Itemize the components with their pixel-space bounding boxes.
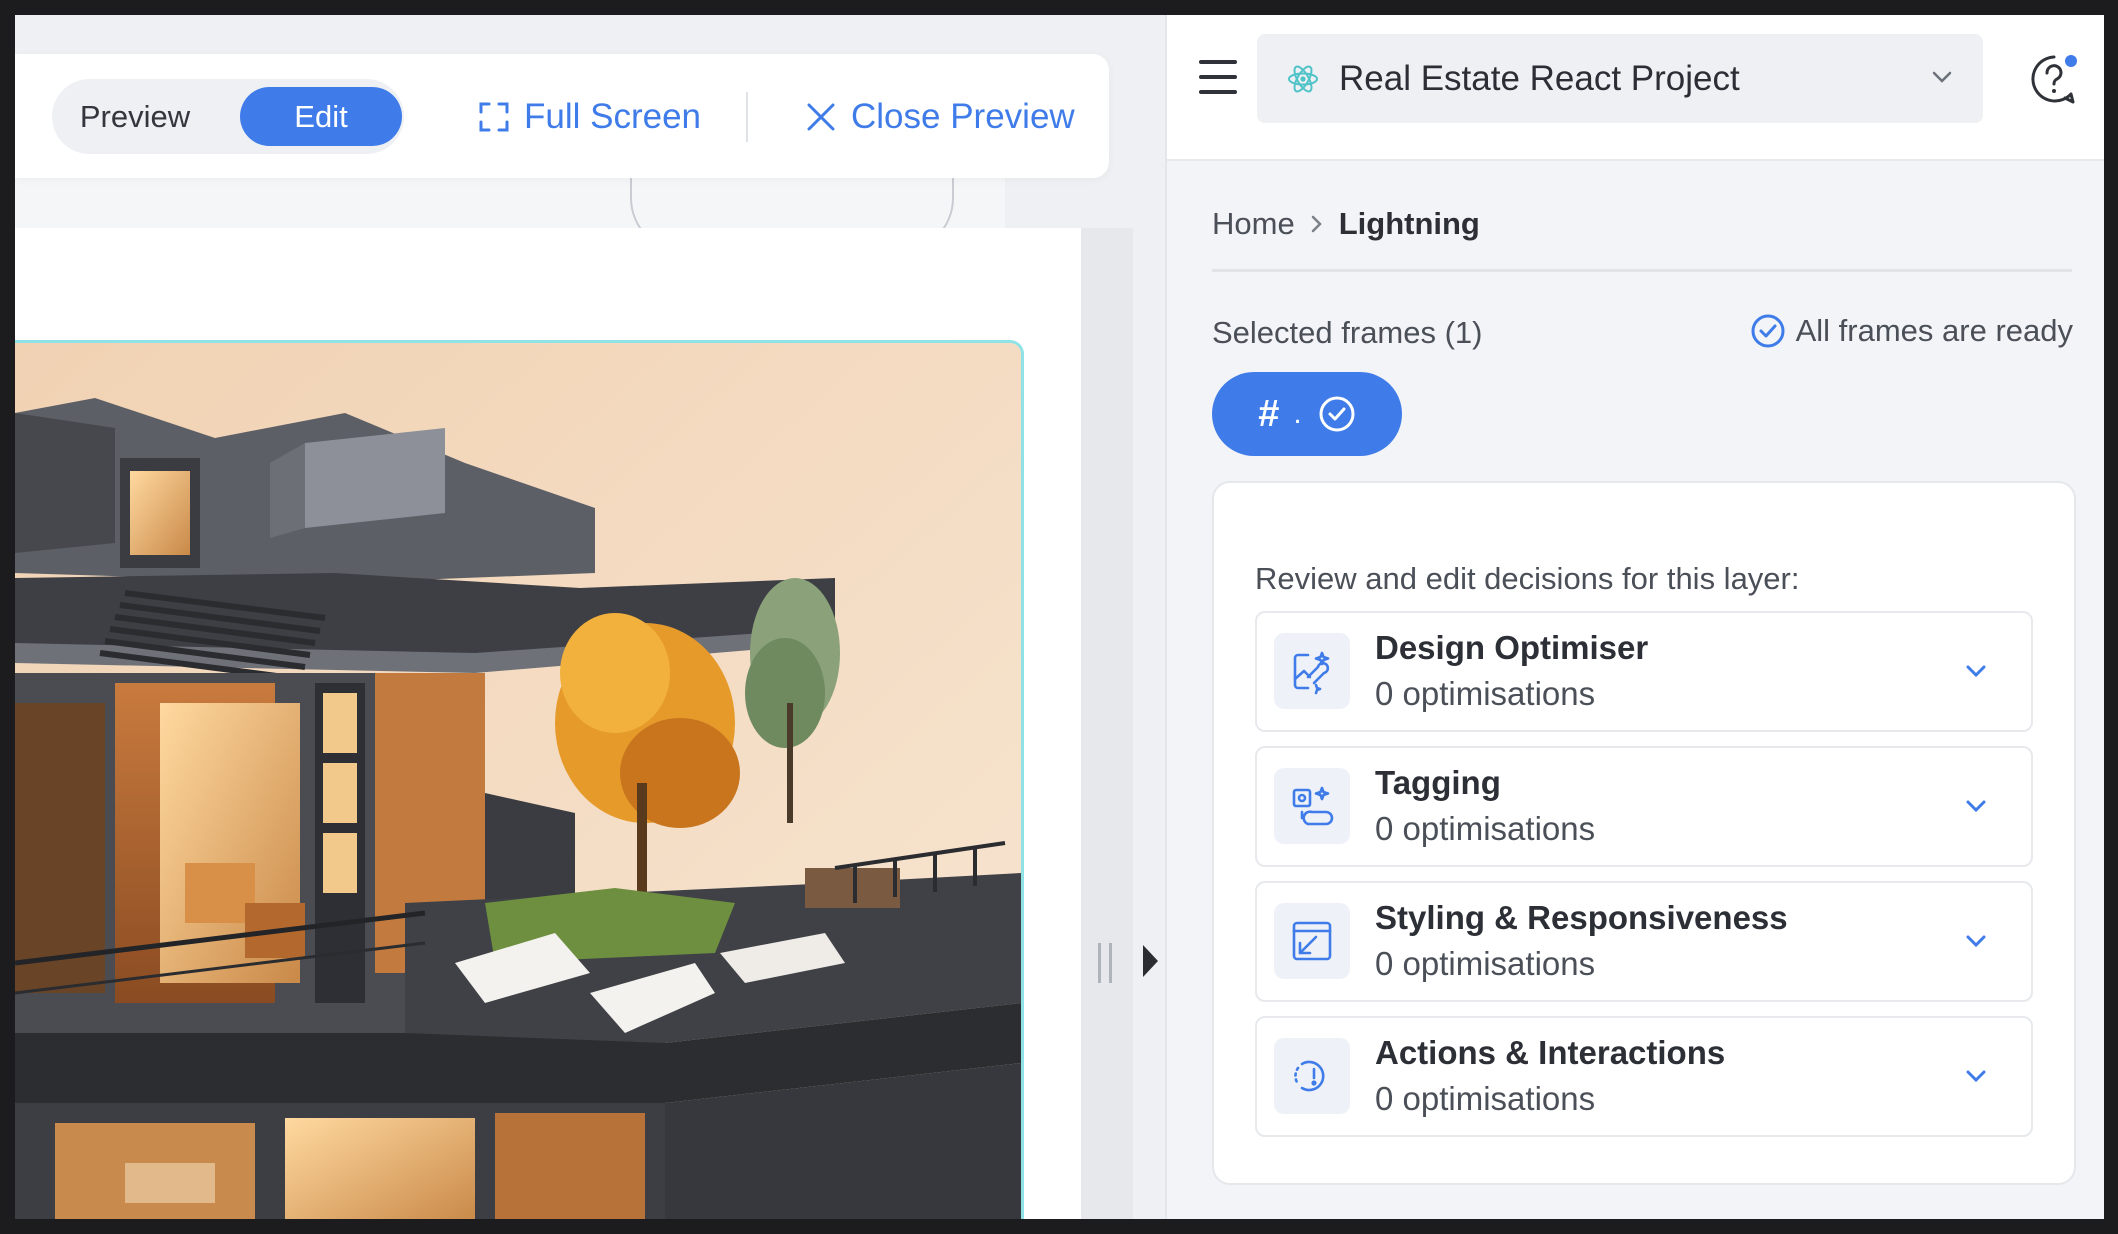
- breadcrumb-home[interactable]: Home: [1212, 206, 1295, 242]
- preview-area: Preview Edit Full Screen Close Preview: [15, 15, 1165, 1219]
- toolbar-divider: [746, 92, 748, 142]
- edit-mode-button[interactable]: Edit: [240, 87, 402, 146]
- menu-icon[interactable]: [1199, 60, 1237, 96]
- decision-subtitle: 0 optimisations: [1375, 675, 1596, 712]
- full-screen-button[interactable]: Full Screen: [478, 90, 701, 144]
- hero-image[interactable]: [15, 340, 1024, 1219]
- decisions-intro: Review and edit decisions for this layer…: [1255, 561, 1800, 596]
- decision-actions-interactions[interactable]: Actions & Interactions 0 optimisations: [1255, 1016, 2033, 1137]
- preview-mode-button[interactable]: Preview: [60, 87, 210, 146]
- app-window: Preview Edit Full Screen Close Preview R…: [15, 15, 2104, 1219]
- decision-design-optimiser[interactable]: Design Optimiser 0 optimisations: [1255, 611, 2033, 732]
- frames-ready-label: All frames are ready: [1795, 313, 2073, 348]
- full-screen-label: Full Screen: [524, 97, 702, 136]
- selected-frames-label: Selected frames (1): [1212, 315, 1483, 350]
- decision-styling-responsiveness[interactable]: Styling & Responsiveness 0 optimisations: [1255, 881, 2033, 1002]
- divider: [1212, 269, 2072, 272]
- check-circle-icon: [1319, 396, 1355, 432]
- actions-icon: [1274, 1038, 1350, 1114]
- decisions-card: Review and edit decisions for this layer…: [1212, 481, 2076, 1185]
- decision-title: Tagging: [1375, 764, 1501, 801]
- frame-hash-icon: #: [1258, 392, 1280, 435]
- decision-subtitle: 0 optimisations: [1375, 945, 1596, 982]
- frame-name: .: [1293, 397, 1302, 430]
- styling-icon: [1274, 903, 1350, 979]
- project-selector[interactable]: Real Estate React Project: [1257, 34, 1983, 123]
- chevron-right-icon: [1311, 215, 1322, 233]
- preview-scrollbar-track[interactable]: [1081, 228, 1133, 1219]
- close-preview-label: Close Preview: [851, 97, 1075, 136]
- chevron-down-icon: [1966, 1070, 1986, 1083]
- decision-title: Actions & Interactions: [1375, 1034, 1726, 1071]
- mode-toggle: Preview Edit: [52, 79, 404, 154]
- decision-title: Design Optimiser: [1375, 629, 1649, 666]
- help-icon[interactable]: [2027, 52, 2081, 106]
- chevron-down-icon: [1966, 800, 1986, 813]
- tagging-icon: [1274, 768, 1350, 844]
- decision-title: Styling & Responsiveness: [1375, 899, 1788, 936]
- building-illustration: [15, 343, 1021, 1219]
- decision-subtitle: 0 optimisations: [1375, 1080, 1596, 1117]
- breadcrumb-current: Lightning: [1338, 206, 1480, 241]
- design-optimiser-icon: [1274, 633, 1350, 709]
- resize-handle[interactable]: [1098, 943, 1112, 983]
- check-circle-icon: [1751, 314, 1785, 348]
- collapse-panel-arrow-icon[interactable]: [1143, 945, 1158, 977]
- chevron-down-icon: [1966, 935, 1986, 948]
- decision-tagging[interactable]: Tagging 0 optimisations: [1255, 746, 2033, 867]
- chevron-down-icon: [1966, 665, 1986, 678]
- close-icon: [807, 103, 835, 131]
- selected-frame-chip[interactable]: # .: [1212, 372, 1402, 456]
- chevron-down-icon: [1932, 71, 1952, 83]
- panel-header: Real Estate React Project: [1167, 15, 2104, 161]
- close-preview-button[interactable]: Close Preview: [805, 90, 1075, 144]
- lightning-panel: Real Estate React Project Home Lightning…: [1165, 15, 2104, 1219]
- decision-subtitle: 0 optimisations: [1375, 810, 1596, 847]
- react-logo-icon: [1288, 65, 1318, 92]
- fullscreen-icon: [479, 102, 509, 132]
- breadcrumb: Home Lightning: [1212, 206, 1480, 242]
- preview-toolbar: Preview Edit Full Screen Close Preview: [15, 54, 1109, 178]
- frames-ready-status: All frames are ready: [1750, 313, 2073, 349]
- project-name: Real Estate React Project: [1339, 58, 1740, 98]
